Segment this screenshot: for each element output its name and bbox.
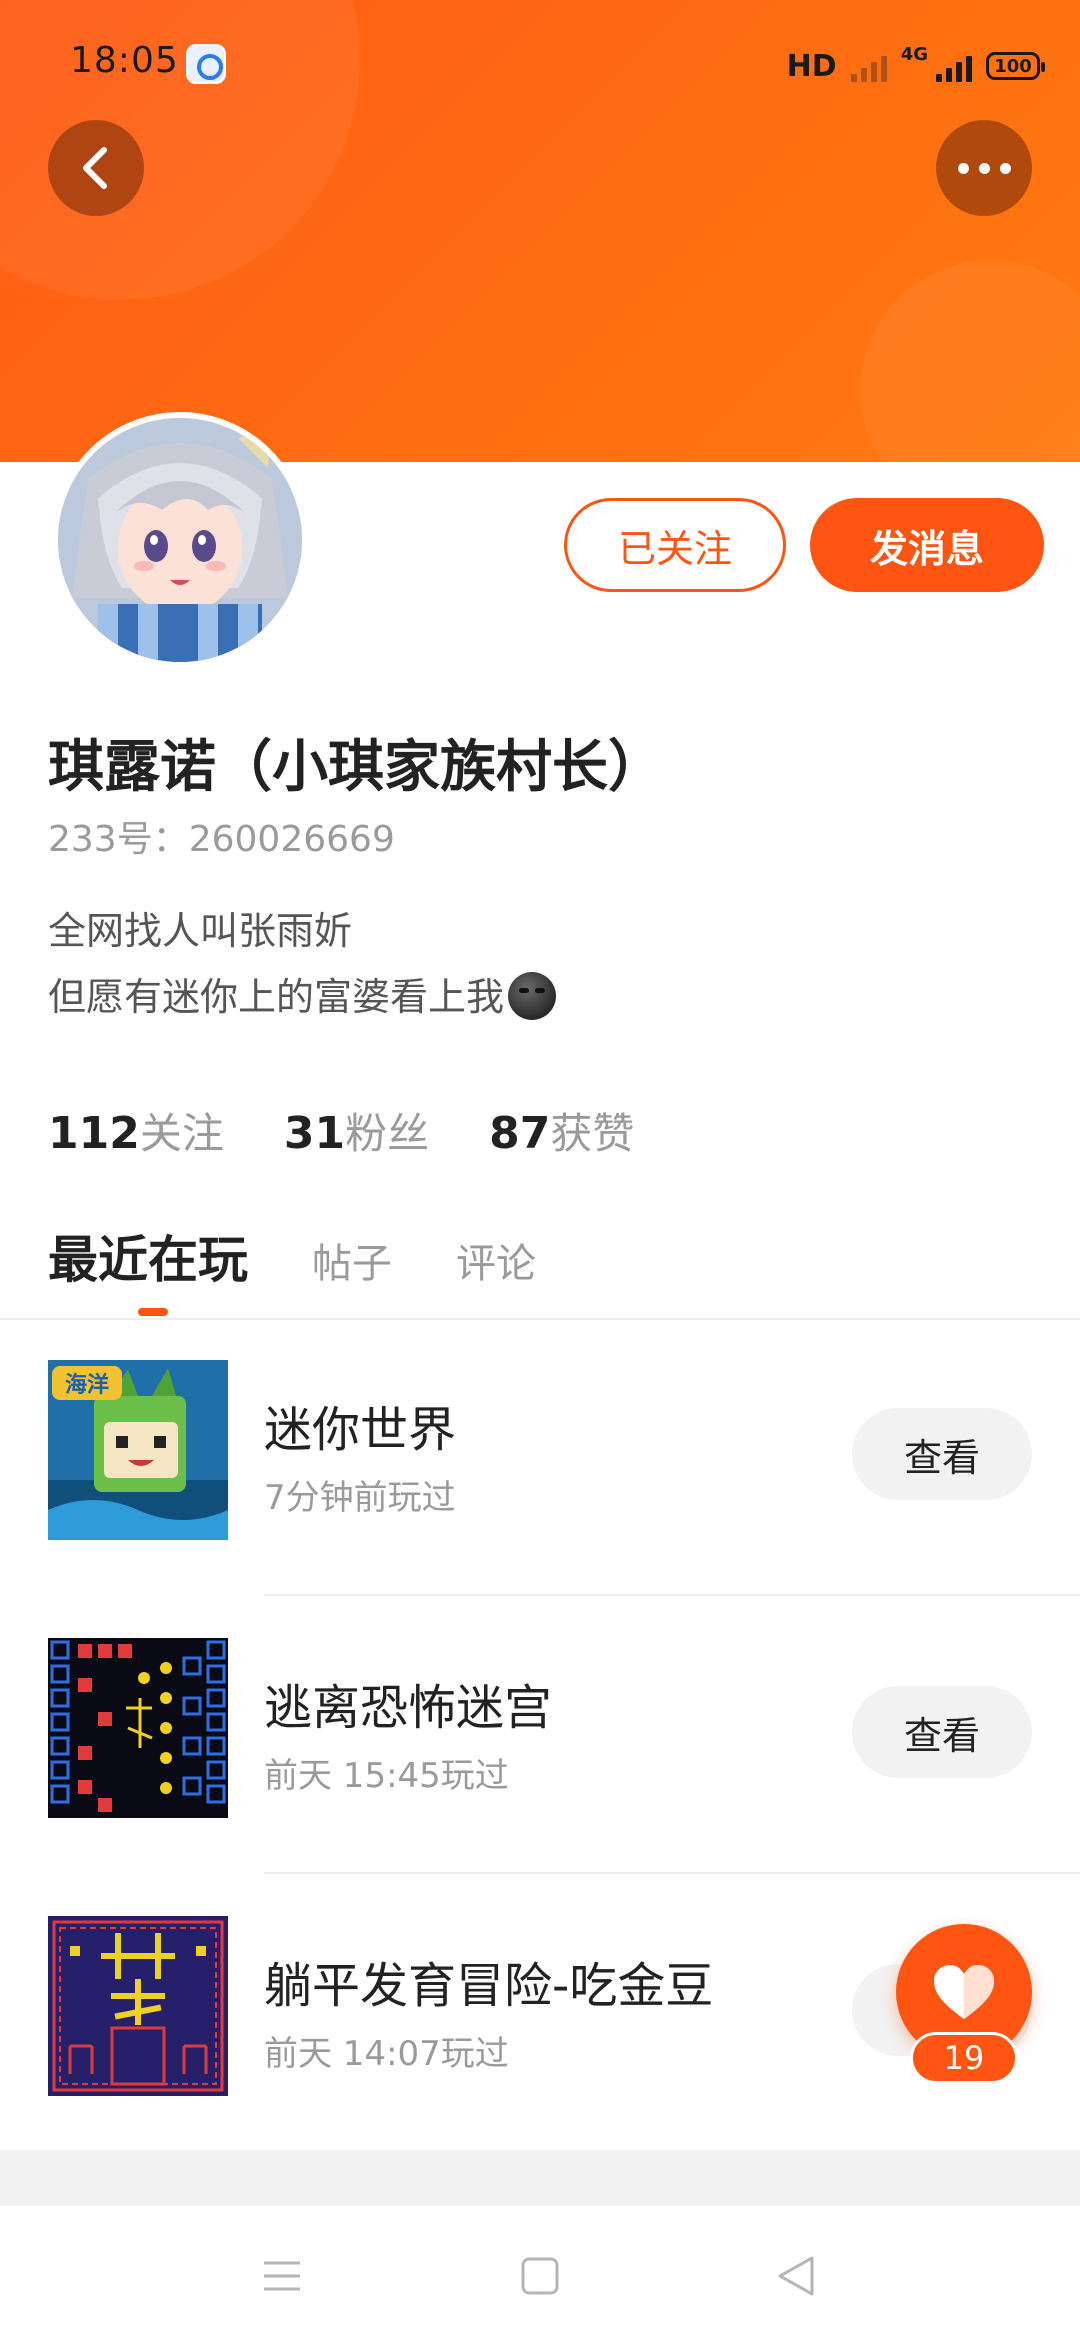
likes-label: 获赞 <box>550 1109 635 1158</box>
status-time: 18:05 <box>70 40 179 81</box>
profile-tabs: 最近在玩 帖子 评论 <box>48 1220 536 1292</box>
bio-line-2-wrap: 但愿有迷你上的富婆看上我 <box>48 964 557 1030</box>
tab-comments[interactable]: 评论 <box>456 1231 536 1289</box>
game-title: 迷你世界 <box>264 1402 457 1458</box>
likes-count: 87 <box>489 1108 551 1159</box>
heart-icon <box>934 1965 994 2019</box>
row-divider <box>264 1872 1080 1874</box>
menu-nav-button[interactable] <box>252 2246 312 2306</box>
horror-maze-game-icon <box>48 1638 228 1818</box>
followed-button[interactable]: 已关注 <box>564 498 786 592</box>
game-last-played: 前天 15:45玩过 <box>264 1756 509 1796</box>
svg-text:海洋: 海洋 <box>65 1372 109 1398</box>
send-message-button[interactable]: 发消息 <box>810 498 1044 592</box>
list-item[interactable]: 海洋 迷你世界 7分钟前玩过 查看 <box>0 1320 1080 1596</box>
smirk-emoji-icon <box>508 972 557 1020</box>
battery-icon: 100 <box>986 52 1045 80</box>
profile-page: 18:05 HD 4G 100 已关注 发消息 琪露诺（小琪家族村长） 233号… <box>0 0 1080 2340</box>
list-footer-spacer <box>0 2150 1080 2206</box>
game-last-played: 前天 14:07玩过 <box>264 2034 509 2074</box>
signal-strength-icon <box>936 50 972 82</box>
network-type: 4G <box>900 44 928 65</box>
view-button[interactable]: 查看 <box>852 1408 1032 1500</box>
stat-following[interactable]: 112关注 <box>48 1100 224 1161</box>
chevron-left-icon <box>83 147 107 189</box>
gold-bean-game-icon <box>48 1916 228 2096</box>
stat-fans[interactable]: 31粉丝 <box>284 1100 429 1161</box>
system-nav-bar <box>0 2206 1080 2340</box>
avatar[interactable] <box>52 412 308 668</box>
notification-app-icon <box>186 44 226 84</box>
following-count: 112 <box>48 1108 140 1159</box>
fans-label: 粉丝 <box>345 1109 430 1158</box>
user-bio: 全网找人叫张雨妡 但愿有迷你上的富婆看上我 <box>48 898 557 1030</box>
stat-likes[interactable]: 87获赞 <box>489 1100 634 1161</box>
game-last-played: 7分钟前玩过 <box>264 1478 456 1518</box>
back-triangle-icon <box>778 2256 814 2296</box>
back-nav-button[interactable] <box>766 2246 826 2306</box>
menu-icon <box>264 2261 300 2291</box>
game-title: 逃离恐怖迷宫 <box>264 1680 553 1736</box>
user-name: 琪露诺（小琪家族村长） <box>48 735 664 800</box>
more-horizontal-icon <box>957 162 1011 174</box>
bio-line-1: 全网找人叫张雨妡 <box>48 909 353 953</box>
list-item[interactable]: 逃离恐怖迷宫 前天 15:45玩过 查看 <box>0 1598 1080 1874</box>
profile-banner: 18:05 HD 4G 100 <box>0 0 1080 462</box>
avatar-image <box>58 418 302 662</box>
user-id: 233号：260026669 <box>48 819 395 860</box>
row-divider <box>264 1594 1080 1596</box>
signal-icon <box>850 50 887 82</box>
like-count-badge: 19 <box>910 2032 1018 2084</box>
home-nav-button[interactable] <box>510 2246 570 2306</box>
hd-indicator: HD <box>786 48 837 84</box>
game-title: 躺平发育冒险-吃金豆 <box>264 1958 714 2014</box>
active-tab-indicator <box>138 1308 168 1316</box>
view-button[interactable]: 查看 <box>852 1686 1032 1778</box>
more-button[interactable] <box>936 120 1032 216</box>
tab-recently-played[interactable]: 最近在玩 <box>48 1220 248 1292</box>
mini-world-game-icon: 海洋 <box>48 1360 228 1540</box>
fans-count: 31 <box>283 1108 346 1159</box>
back-button[interactable] <box>48 120 144 216</box>
bio-line-2: 但愿有迷你上的富婆看上我 <box>48 975 505 1019</box>
status-bar: 18:05 HD 4G 100 <box>0 0 1080 130</box>
following-label: 关注 <box>139 1109 224 1158</box>
user-stats: 112关注 31粉丝 87获赞 <box>48 1100 634 1161</box>
tab-posts[interactable]: 帖子 <box>312 1231 392 1289</box>
battery-level: 100 <box>994 55 1032 77</box>
status-indicators: HD 4G 100 <box>786 44 1045 88</box>
home-square-icon <box>521 2257 559 2295</box>
